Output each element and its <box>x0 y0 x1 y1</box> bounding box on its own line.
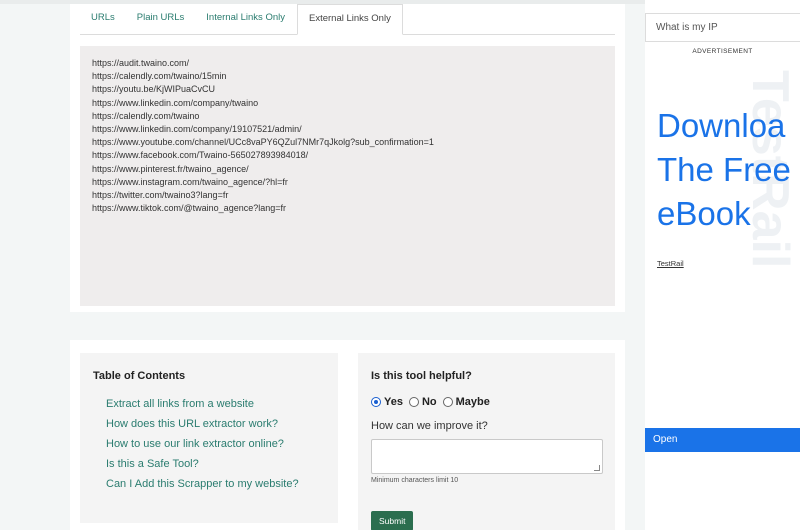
ad-headline-line: Downloa <box>657 107 786 144</box>
radio-yes[interactable]: Yes <box>371 396 403 408</box>
links-output[interactable]: https://audit.twaino.com/ https://calend… <box>80 46 615 306</box>
ad-open-button[interactable]: Open <box>645 428 800 452</box>
output-line: https://audit.twaino.com/ <box>92 58 190 68</box>
radio-maybe-label: Maybe <box>455 396 490 408</box>
submit-button[interactable]: Submit <box>371 511 414 530</box>
radio-yes-circle[interactable] <box>371 397 381 407</box>
toc-title: Table of Contents <box>93 370 186 382</box>
output-tabs: URLs Plain URLs Internal Links Only Exte… <box>80 4 615 35</box>
tab-external-links[interactable]: External Links Only <box>296 4 403 35</box>
what-is-my-ip-link[interactable]: What is my IP <box>645 13 800 42</box>
table-of-contents: Table of Contents Extract all links from… <box>80 353 338 523</box>
advertisement-label: ADVERTISEMENT <box>692 48 753 55</box>
tab-internal-links[interactable]: Internal Links Only <box>195 4 296 34</box>
radio-maybe-circle[interactable] <box>442 397 453 407</box>
output-line: https://twitter.com/twaino3?lang=fr <box>92 190 229 201</box>
improve-textarea[interactable] <box>371 439 603 474</box>
output-line: https://www.linkedin.com/company/1910752… <box>92 124 302 135</box>
radio-no[interactable]: No <box>408 396 437 408</box>
feedback-title: Is this tool helpful? <box>371 370 472 382</box>
ad-headline: Downloa The Free eBook <box>657 104 791 236</box>
toc-link-extract-links[interactable]: Extract all links from a website <box>106 394 325 414</box>
radio-yes-label: Yes <box>384 396 403 408</box>
output-line: https://calendly.com/twaino/15min <box>92 71 227 82</box>
toc-link-add-scrapper[interactable]: Can I Add this Scrapper to my website? <box>106 474 325 494</box>
output-line: https://www.tiktok.com/@twaino_agence?la… <box>92 203 286 214</box>
output-line: https://www.instagram.com/twaino_agence/… <box>92 176 288 187</box>
info-card: Table of Contents Extract all links from… <box>70 340 625 530</box>
ad-headline-line: eBook <box>657 195 751 232</box>
toc-link-how-it-works[interactable]: How does this URL extractor work? <box>106 414 325 434</box>
resize-grip-icon[interactable] <box>594 465 600 471</box>
output-line: https://www.facebook.com/Twaino-56502789… <box>92 150 309 161</box>
feedback-panel: Is this tool helpful? Yes No Maybe How c… <box>358 353 615 530</box>
output-line: https://www.youtube.com/channel/UCc8vaPY… <box>92 137 434 148</box>
extractor-card: URLs Plain URLs Internal Links Only Exte… <box>70 4 625 312</box>
improve-question: How can we improve it? <box>371 420 488 432</box>
ad-headline-line: The Free <box>657 151 791 188</box>
output-line: https://www.pinterest.fr/twaino_agence/ <box>92 163 249 174</box>
helpful-radio-group: Yes No Maybe <box>371 396 602 408</box>
output-line: https://youtu.be/KjWIPuaCvCU <box>92 84 216 95</box>
radio-no-circle[interactable] <box>408 397 419 407</box>
ad-brand-link[interactable]: TestRail <box>657 259 684 268</box>
tab-plain-urls[interactable]: Plain URLs <box>126 4 196 34</box>
right-sidebar: What is my IP ADVERTISEMENT TestRail Dow… <box>645 0 800 530</box>
toc-link-how-to-use[interactable]: How to use our link extractor online? <box>106 434 325 454</box>
ad-banner[interactable]: TestRail Downloa The Free eBook TestRail <box>645 60 800 450</box>
radio-maybe[interactable]: Maybe <box>442 396 490 408</box>
char-limit-hint: Minimum characters limit 10 <box>371 477 459 484</box>
output-line: https://www.linkedin.com/company/twaino <box>92 97 259 108</box>
radio-no-label: No <box>421 396 437 408</box>
toc-link-safe-tool[interactable]: Is this a Safe Tool? <box>106 454 325 474</box>
tab-urls[interactable]: URLs <box>80 4 126 34</box>
output-line: https://calendly.com/twaino <box>92 110 200 121</box>
